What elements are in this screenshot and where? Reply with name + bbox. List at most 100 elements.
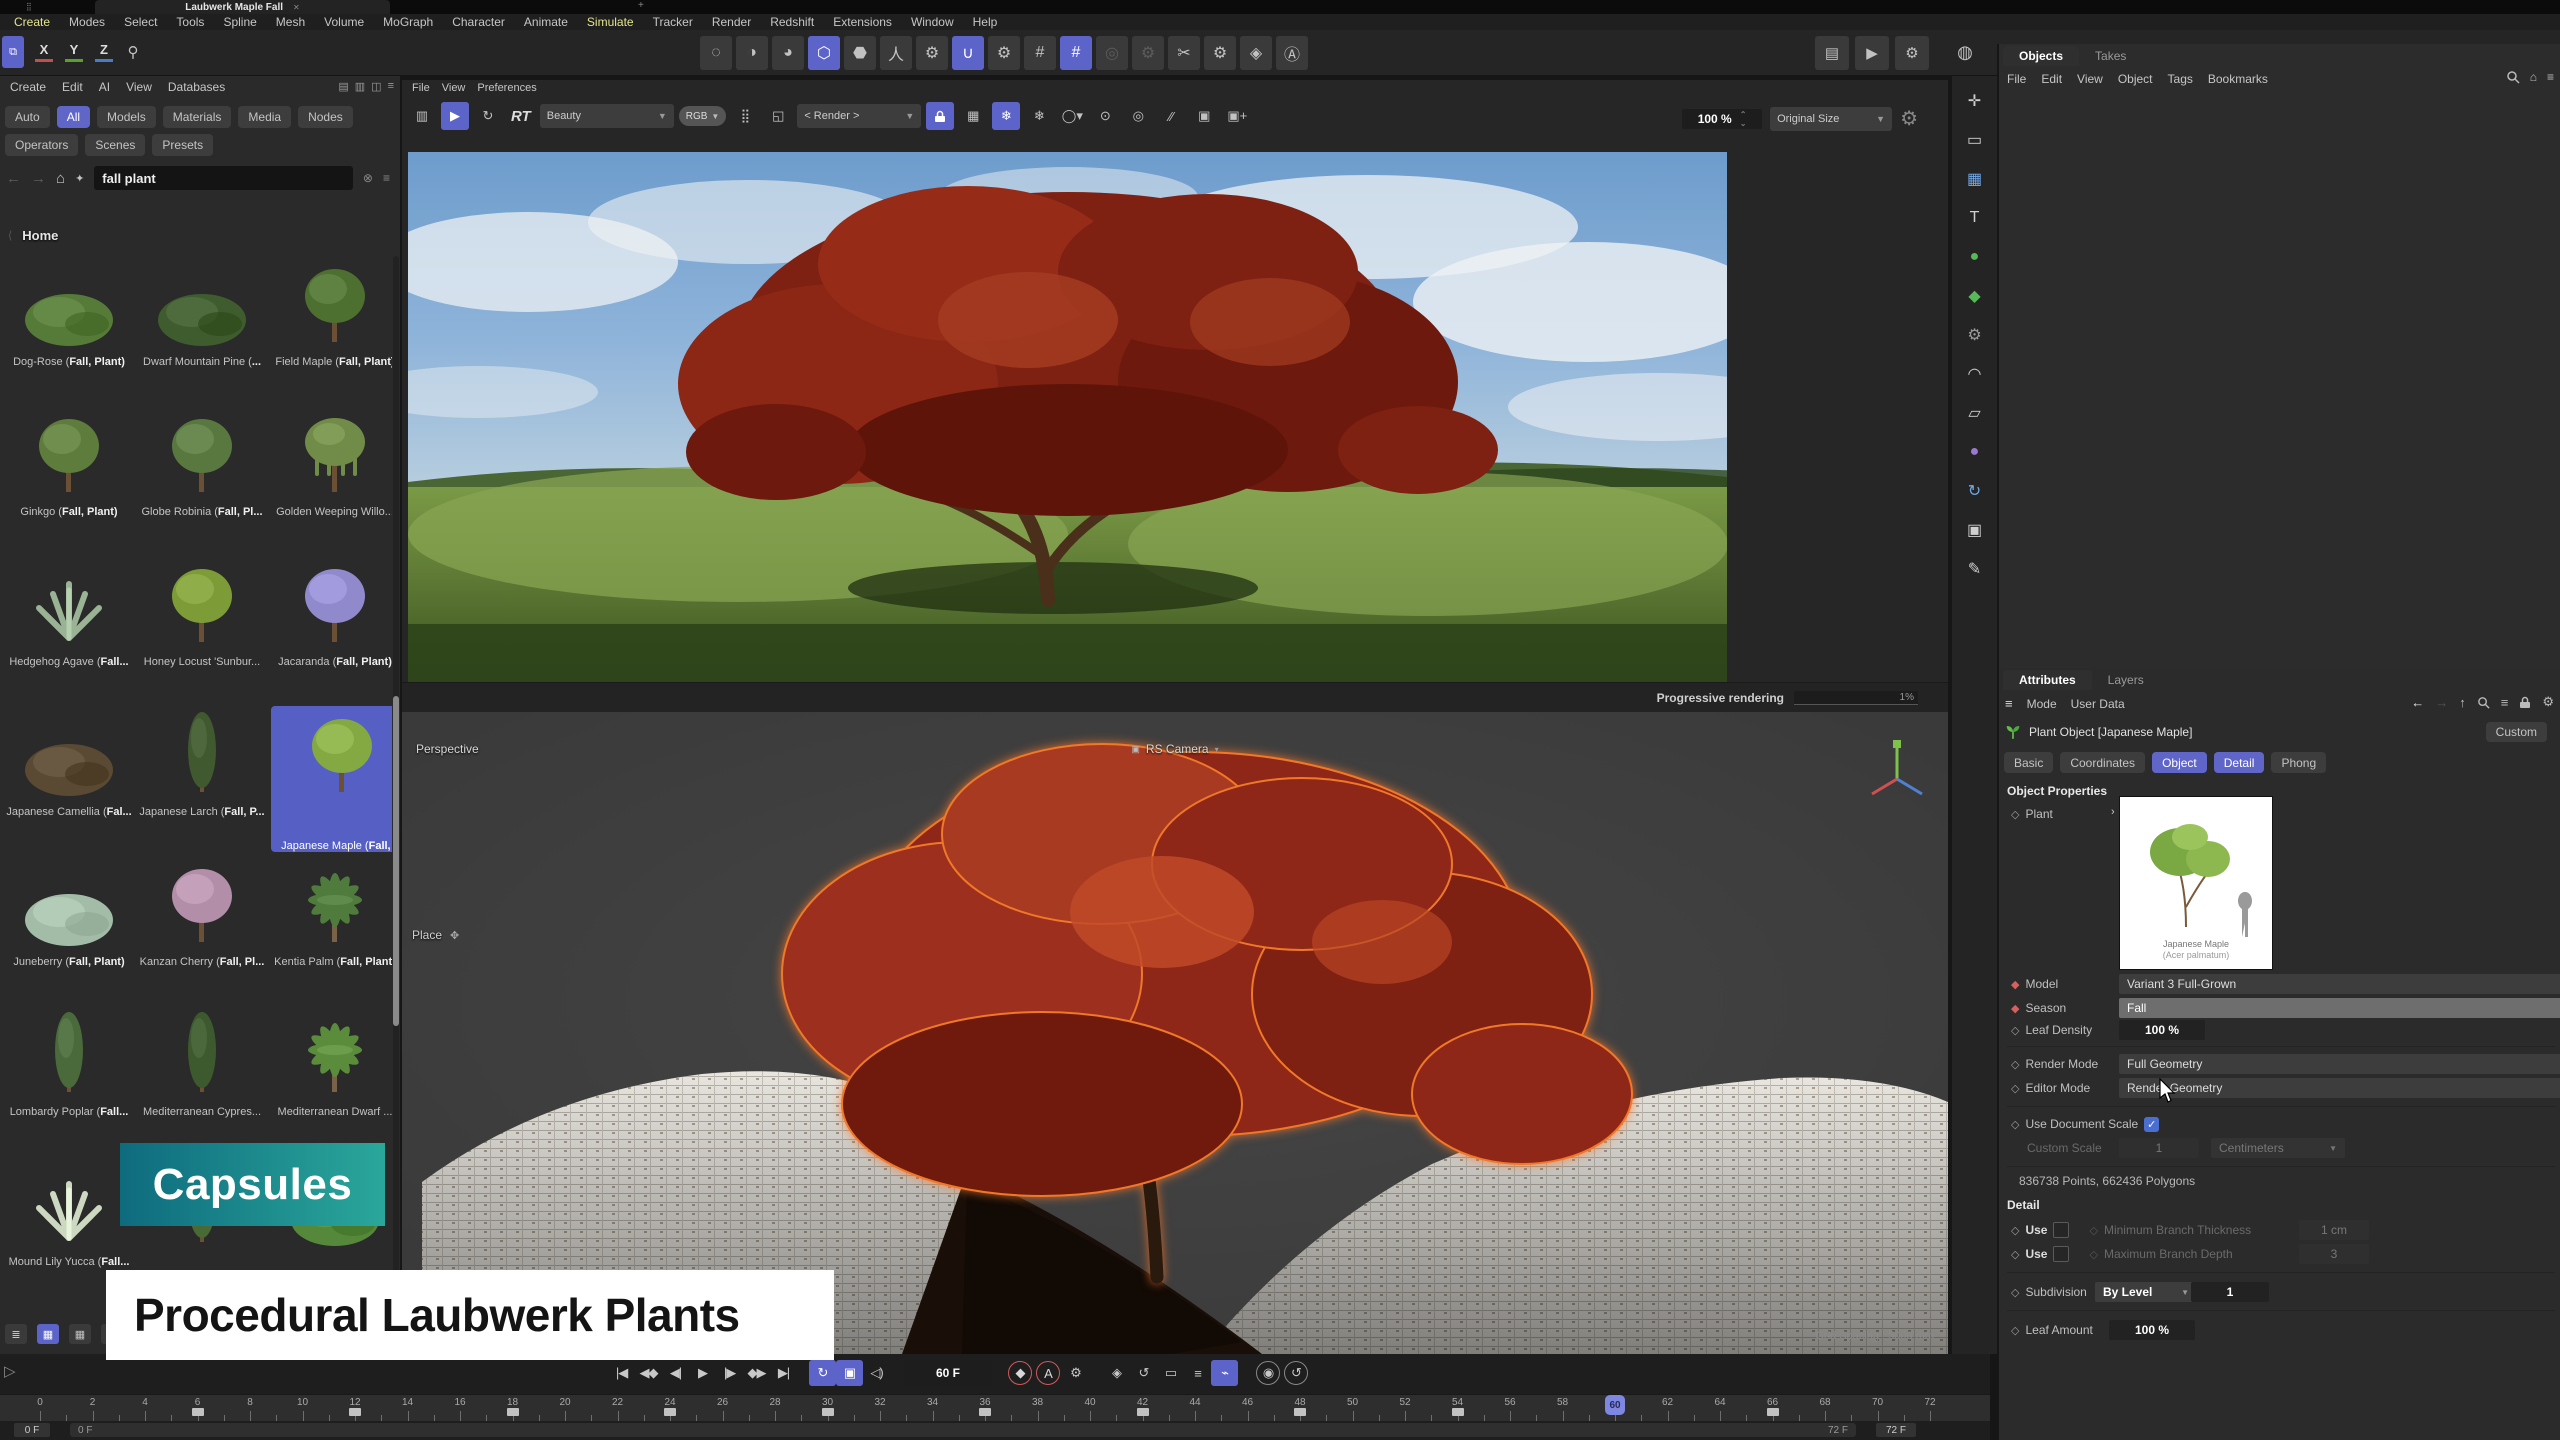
menu-simulate[interactable]: Simulate [587, 15, 634, 29]
menu-spline[interactable]: Spline [223, 15, 256, 29]
menu-character[interactable]: Character [452, 15, 505, 29]
up-arrow-icon[interactable]: ↑ [2459, 695, 2466, 710]
layout-columns-icon[interactable]: ▥ [355, 80, 365, 93]
section-tab-phong[interactable]: Phong [2271, 752, 2326, 773]
axis-modify-icon[interactable]: ◈ [1240, 36, 1272, 70]
render-view-gear-icon[interactable]: ⚙ [1900, 106, 1918, 131]
target-disabled-icon[interactable]: ◎ [1096, 36, 1128, 70]
simulation-cube-tool-icon[interactable]: ◆ [1960, 283, 1990, 309]
om-menu-tags[interactable]: Tags [2168, 72, 2193, 86]
plant-card-ginkgo[interactable]: Ginkgo (Fall, Plant) [5, 406, 133, 552]
collapse-chevron-icon[interactable]: ⟨ [8, 229, 12, 242]
keyframe-marker[interactable] [1452, 1408, 1464, 1416]
browser-menu-databases[interactable]: Databases [168, 80, 225, 94]
browser-menu-view[interactable]: View [126, 80, 152, 94]
rv-menu-preferences[interactable]: Preferences [477, 82, 536, 94]
search-options-icon[interactable]: ≡ [383, 171, 390, 185]
perspective-viewport[interactable]: Perspective ▣ RS Camera ▾ Place ✥ Grid S… [402, 712, 1948, 1354]
render-to-viewer-button[interactable]: ▶ [1855, 36, 1889, 70]
lock-icon[interactable] [2519, 696, 2531, 709]
snap-settings-gear-icon[interactable]: ⚙ [988, 36, 1020, 70]
menu-animate[interactable]: Animate [524, 15, 568, 29]
browser-menu-edit[interactable]: Edit [62, 80, 83, 94]
lock-icon[interactable] [926, 102, 954, 130]
search-icon[interactable] [2477, 696, 2490, 709]
om-menu-bookmarks[interactable]: Bookmarks [2208, 72, 2268, 86]
plane-tool-icon[interactable]: ▭ [1960, 127, 1990, 153]
grid-toggle-icon[interactable]: # [1024, 36, 1056, 70]
protractor-tool-icon[interactable]: ◠ [1960, 361, 1990, 387]
plant-card-mediterranean[interactable]: Mediterranean Cypres... [138, 1006, 266, 1152]
menu-mograph[interactable]: MoGraph [383, 15, 433, 29]
plant-card-juneberry[interactable]: Juneberry (Fall, Plant) [5, 856, 133, 1002]
plant-card-field[interactable]: Field Maple (Fall, Plant) [271, 256, 392, 402]
playhead[interactable]: 60 [1605, 1395, 1625, 1415]
browser-menu-create[interactable]: Create [10, 80, 46, 94]
filter-materials[interactable]: Materials [163, 106, 232, 128]
menu-select[interactable]: Select [124, 15, 157, 29]
om-menu-view[interactable]: View [2077, 72, 2103, 86]
filter-presets[interactable]: Presets [152, 134, 213, 156]
plant-card-japanese[interactable]: Japanese Maple (Fall, ... [271, 706, 392, 852]
param-record-button[interactable]: ▭ [1157, 1360, 1184, 1386]
tab-layers[interactable]: Layers [2092, 670, 2160, 690]
editor-mode-select[interactable]: Render Geometry [2119, 1078, 2560, 1098]
menu-redshift[interactable]: Redshift [770, 15, 814, 29]
text-tool-icon[interactable]: T [1960, 205, 1990, 231]
keyframe-marker[interactable] [1767, 1408, 1779, 1416]
filter-icon[interactable]: ≡ [2501, 695, 2509, 710]
range-end-field[interactable]: 72 F [1876, 1423, 1916, 1437]
menu-window[interactable]: Window [911, 15, 954, 29]
menu-render[interactable]: Render [712, 15, 751, 29]
goto-start-button[interactable]: |◀ [608, 1360, 635, 1386]
plant-card-jacaranda[interactable]: Jacaranda (Fall, Plant) [271, 556, 392, 702]
scrollbar-thumb[interactable] [393, 696, 399, 1026]
om-menu-edit[interactable]: Edit [2041, 72, 2062, 86]
cut-gear-icon[interactable]: ⚙ [1204, 36, 1236, 70]
plant-card-globe[interactable]: Globe Robinia (Fall, Pl... [138, 406, 266, 552]
menu-user-data[interactable]: User Data [2071, 697, 2125, 711]
render-slot-select[interactable]: < Render >▼ [797, 104, 921, 128]
menu-create[interactable]: Create [14, 15, 50, 29]
axis-lock-z[interactable]: Z [92, 38, 116, 66]
auto-mode-icon[interactable]: Ⓐ [1276, 36, 1308, 70]
crop-icon[interactable]: ◱ [764, 102, 792, 130]
place-tool-label[interactable]: Place [412, 928, 442, 942]
axis-lock-x[interactable]: X [32, 38, 56, 66]
use-document-scale-checkbox[interactable]: ✓ [2144, 1117, 2159, 1132]
shading-sphere-outline-icon[interactable]: ◌ [700, 36, 732, 70]
record-a-button[interactable]: ◉ [1256, 1361, 1280, 1385]
menu-mesh[interactable]: Mesh [276, 15, 305, 29]
browser-menu-ai[interactable]: AI [99, 80, 110, 94]
back-arrow-icon[interactable]: ← [6, 170, 21, 187]
custom-button[interactable]: Custom [2486, 722, 2547, 742]
sound-button[interactable]: ◁) [863, 1360, 890, 1386]
settings-gear-tool-icon[interactable]: ⚙ [1960, 322, 1990, 348]
keyframe-marker[interactable] [349, 1408, 361, 1416]
section-tab-object[interactable]: Object [2152, 752, 2207, 773]
menu-volume[interactable]: Volume [324, 15, 364, 29]
next-key-button[interactable]: ◆▶ [743, 1360, 770, 1386]
material-manager-icon[interactable]: ◍ [1950, 36, 1980, 68]
image-add-icon[interactable]: ▣+ [1223, 102, 1251, 130]
snapshot-global-icon[interactable]: ❄ [1025, 102, 1053, 130]
section-tab-basic[interactable]: Basic [2004, 752, 2053, 773]
cut-tool-icon[interactable]: ✂ [1168, 36, 1200, 70]
small-grid-icon[interactable]: ▦ [69, 1324, 91, 1344]
keyframe-marker[interactable] [1137, 1408, 1149, 1416]
active-camera-label[interactable]: RS Camera [1146, 742, 1209, 756]
autokey-button[interactable]: A [1036, 1361, 1060, 1385]
search-icon[interactable] [2506, 70, 2520, 84]
goto-end-button[interactable]: ▶| [770, 1360, 797, 1386]
hamburger-icon[interactable]: ≡ [2005, 696, 2013, 711]
rv-menu-file[interactable]: File [412, 82, 430, 94]
diagonal-wipe-icon[interactable]: ∕∕ [1157, 102, 1185, 130]
zoom-spinner[interactable]: 100 %⌃⌄ [1682, 109, 1762, 129]
channel-rgb-select[interactable]: RGB▼ [679, 106, 727, 126]
plant-card-japanese[interactable]: Japanese Larch (Fall, P... [138, 706, 266, 852]
plant-card-dwarf[interactable]: Dwarf Mountain Pine (... [138, 256, 266, 402]
move-axis-tool-icon[interactable]: ✛ [1960, 88, 1990, 114]
tab-attributes[interactable]: Attributes [2003, 670, 2092, 690]
forward-arrow-icon[interactable]: → [31, 170, 46, 187]
keyframe-marker[interactable] [822, 1408, 834, 1416]
